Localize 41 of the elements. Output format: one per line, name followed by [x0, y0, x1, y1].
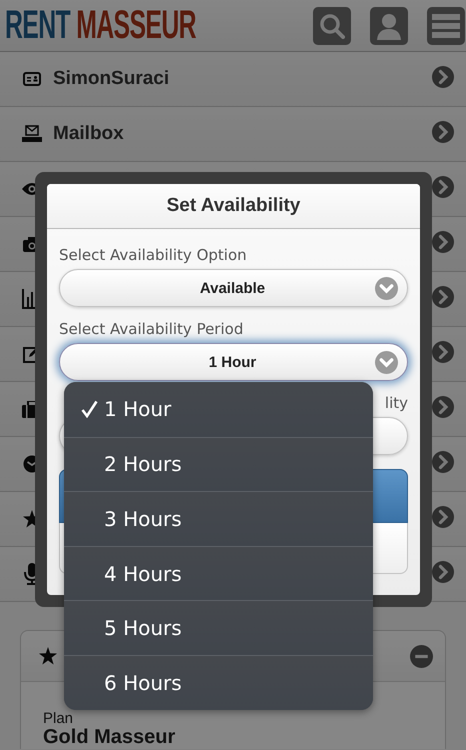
inbox-icon — [22, 125, 42, 143]
search-button[interactable] — [312, 6, 351, 44]
menu-item-label[interactable]: SimonSuraci — [53, 68, 170, 89]
chevron-down-icon — [375, 350, 398, 374]
profile-button[interactable] — [370, 6, 408, 44]
chevron-right-icon[interactable] — [432, 560, 454, 582]
menu-item-label[interactable]: Mailbox — [53, 123, 124, 144]
search-icon — [318, 12, 345, 38]
logo-text: MASSEUR — [76, 3, 196, 48]
picker-option[interactable]: 5 Hours — [64, 600, 373, 655]
select-field[interactable]: Available — [59, 269, 408, 307]
field-label: Select Availability Option — [59, 245, 248, 266]
select-field[interactable]: 1 Hour — [59, 343, 408, 381]
field-label: Plan — [43, 711, 74, 726]
picker-option[interactable]: 6 Hours — [64, 654, 373, 710]
chevron-down-icon — [375, 276, 398, 300]
chevron-right-icon[interactable] — [432, 66, 454, 88]
person-icon — [376, 12, 402, 40]
picker-option[interactable]: 4 Hours — [64, 546, 373, 600]
chevron-right-icon[interactable] — [432, 450, 454, 472]
menu-button[interactable] — [426, 6, 465, 44]
chevron-right-icon[interactable] — [432, 506, 454, 528]
picker-option[interactable]: 1 Hour — [64, 382, 373, 437]
chevron-right-icon[interactable] — [432, 230, 454, 252]
picker-option[interactable]: 2 Hours — [64, 436, 373, 492]
dialog-title: Set Availability — [166, 195, 300, 217]
field-label: lity — [384, 393, 408, 414]
logo-text: RENT — [5, 3, 70, 48]
picker-option[interactable]: 3 Hours — [64, 491, 373, 546]
menu-icon — [432, 12, 460, 38]
id-card-icon — [23, 72, 41, 86]
chevron-right-icon[interactable] — [432, 340, 454, 362]
chevron-right-icon[interactable] — [432, 120, 454, 142]
collapse-icon[interactable] — [410, 644, 433, 668]
chevron-right-icon[interactable] — [432, 286, 454, 308]
field-label: Select Availability Period — [59, 319, 244, 340]
checkmark-icon — [81, 400, 98, 418]
star-icon — [39, 647, 57, 665]
plan-name: Gold Masseur — [43, 726, 176, 748]
chevron-right-icon[interactable] — [432, 176, 454, 198]
chevron-right-icon[interactable] — [432, 396, 454, 418]
